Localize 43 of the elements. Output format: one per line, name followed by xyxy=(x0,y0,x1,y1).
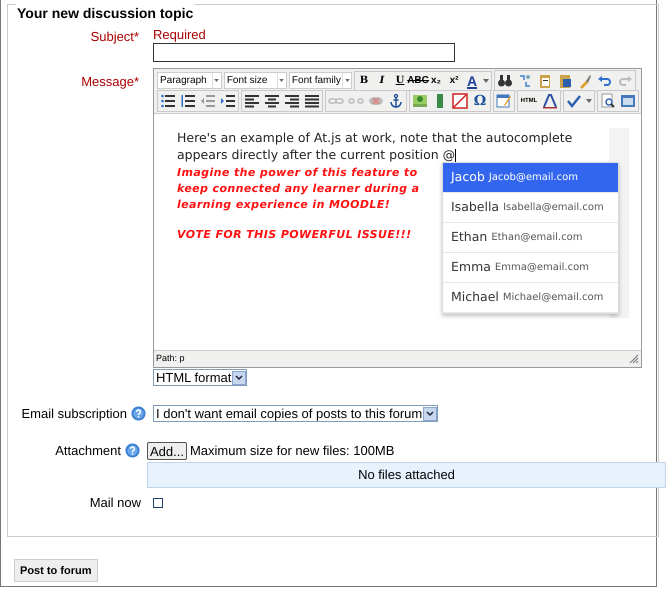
section-legend: Your new discussion topic xyxy=(16,3,194,24)
format-button[interactable]: B xyxy=(355,72,374,90)
required-hint: Required xyxy=(153,27,207,42)
format-select[interactable]: HTML format xyxy=(153,369,248,386)
mail-now-checkbox[interactable] xyxy=(153,498,163,508)
mention-option[interactable]: Jacob Jacob@email.com xyxy=(443,163,618,193)
editor-paragraph: Here's an example of At.js at work, note that the autocomplete appears directly after the current position @ xyxy=(177,129,574,163)
format-button[interactable]: I xyxy=(373,72,392,90)
mention-option[interactable]: Michael Michael@email.com xyxy=(443,283,618,313)
add-button[interactable]: Add... xyxy=(147,442,187,460)
post-button[interactable]: Post to forum xyxy=(14,559,98,582)
dropdown-arrow-icon[interactable] xyxy=(483,78,490,82)
field-label: Attachment xyxy=(55,442,121,460)
help-icon[interactable] xyxy=(125,442,140,458)
toolbar-dropdown[interactable]: Font size xyxy=(224,72,287,89)
mention-option[interactable]: Ethan Ethan@email.com xyxy=(443,223,618,253)
dropdown-arrow-icon[interactable] xyxy=(279,79,284,82)
resize-handle-icon[interactable] xyxy=(629,354,639,364)
format-button[interactable]: x² xyxy=(445,72,464,90)
help-icon[interactable] xyxy=(131,406,146,421)
field-label: Subject* xyxy=(90,29,139,44)
dropdown-arrow-icon[interactable] xyxy=(344,79,350,82)
text-style-icon[interactable] xyxy=(540,91,560,111)
format-button[interactable]: x₂ xyxy=(427,72,446,90)
mention-option[interactable]: Emma Emma@email.com xyxy=(443,253,618,283)
subscription-select[interactable]: I don't want email copies of posts to this forum xyxy=(153,405,438,422)
nonbreaking-icon[interactable] xyxy=(450,91,470,111)
format-button[interactable]: A xyxy=(463,72,482,90)
dropdown-arrow-icon[interactable] xyxy=(214,79,220,82)
format-button[interactable]: ABC xyxy=(409,72,428,90)
file-drop-area: No files attached xyxy=(147,462,666,488)
element-path: Path: p xyxy=(156,352,185,366)
max-size-note: Maximum size for new files: 100MB xyxy=(190,442,394,460)
toolbar-dropdown[interactable]: Font family xyxy=(288,72,352,89)
mention-option[interactable]: Isabella Isabella@email.com xyxy=(443,193,618,223)
field-label: Mail now xyxy=(90,494,141,510)
field-label: Email subscription xyxy=(22,404,127,423)
field-label: Message* xyxy=(81,74,139,89)
subject-field[interactable] xyxy=(153,43,455,62)
toolbar-dropdown[interactable]: Paragraph xyxy=(157,72,222,89)
highlighted-paragraph: VOTE FOR THIS POWERFUL ISSUE!!! xyxy=(177,227,412,243)
highlighted-paragraph: Imagine the power of this feature to keep connected any learner during a learning experience in MOODLE! xyxy=(177,165,420,213)
dropdown-arrow-icon[interactable] xyxy=(586,99,592,103)
